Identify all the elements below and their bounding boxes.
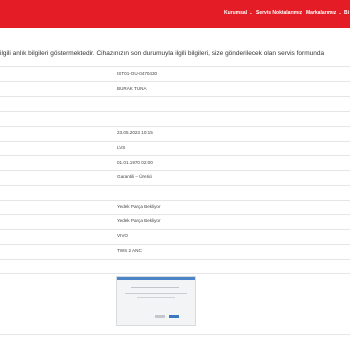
top-nav-bar: Kurumsal ⌄ Servis Noktalarımız Markalarım… <box>0 0 350 28</box>
warranty-status: Garantili – Üretici <box>117 174 153 179</box>
row-divider <box>0 200 350 201</box>
nav-item-label: Bi <box>344 10 349 16</box>
row-divider <box>0 170 350 171</box>
row-divider <box>0 244 350 245</box>
row-divider <box>0 259 350 260</box>
completion-date: 01.01.1970 02:00 <box>117 160 153 165</box>
thumbnail-button <box>169 315 179 318</box>
thumbnail-button <box>155 315 165 318</box>
row-divider <box>0 334 350 335</box>
nav-item-servis-noktalari[interactable]: Servis Noktalarımız <box>256 10 302 16</box>
row-divider <box>0 96 350 97</box>
nav-item-more[interactable]: Bi <box>344 10 349 16</box>
service-code: LVS <box>117 145 126 150</box>
service-record-number: IST01-OU-0470430 <box>117 71 158 76</box>
row-divider <box>0 229 350 230</box>
nav-item-label: Markalarımız <box>306 10 337 16</box>
customer-name: BURAK TUNA <box>117 86 147 91</box>
device-status: Yedek Parça Bekliyor <box>117 218 161 223</box>
nav-item-label: Servis Noktalarımız <box>256 10 303 16</box>
thumbnail-text-line <box>131 287 179 288</box>
chevron-down-icon: ⌄ <box>249 10 253 15</box>
row-divider <box>0 155 350 156</box>
thumbnail-text-line <box>125 293 187 294</box>
row-divider <box>0 214 350 215</box>
row-divider <box>0 66 350 67</box>
nav-item-markalarimiz[interactable]: Markalarımız ⌄ <box>306 10 342 16</box>
row-divider <box>0 141 350 142</box>
nav-item-label: Kurumsal <box>224 10 248 16</box>
info-description: ilgili anlık bilgileri göstermektedir. C… <box>0 50 325 57</box>
device-photo-thumbnail[interactable] <box>116 276 196 326</box>
row-divider <box>0 185 350 186</box>
row-divider <box>0 111 350 112</box>
row-divider <box>0 126 350 127</box>
nav-item-kurumsal[interactable]: Kurumsal ⌄ <box>224 10 252 16</box>
repair-status: Yedek Parça Bekliyor <box>117 204 161 209</box>
thumbnail-text-line <box>137 297 175 298</box>
record-date: 23.05.2023 10:15 <box>117 130 153 135</box>
device-model: TWS 2 ANC <box>117 248 142 253</box>
row-divider <box>0 273 350 274</box>
thumbnail-header-bar <box>117 277 195 280</box>
row-divider <box>0 81 350 82</box>
device-brand: VIVO <box>117 233 128 238</box>
chevron-down-icon: ⌄ <box>338 10 342 15</box>
